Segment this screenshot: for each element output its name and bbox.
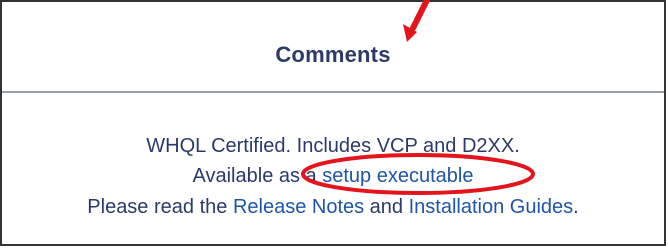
availability-prefix: Available as a [192,165,323,187]
availability-line: Available as a setup executable [2,165,664,188]
documentation-suffix: . [573,196,579,218]
comments-table: Comments WHQL Certified. Includes VCP an… [0,0,666,246]
installation-guides-link[interactable]: Installation Guides [409,196,574,218]
setup-executable-link[interactable]: setup executable [322,165,473,187]
documentation-line: Please read the Release Notes and Instal… [2,196,664,219]
screenshot-stage: Comments WHQL Certified. Includes VCP an… [0,0,668,250]
comments-header-title: Comments [275,42,391,67]
comments-header-cell: Comments [2,2,664,93]
release-notes-link[interactable]: Release Notes [233,196,364,218]
comments-body-cell: WHQL Certified. Includes VCP and D2XX. A… [2,95,664,244]
certification-line: WHQL Certified. Includes VCP and D2XX. [146,135,520,157]
documentation-prefix: Please read the [87,196,233,218]
documentation-joiner: and [364,196,409,218]
